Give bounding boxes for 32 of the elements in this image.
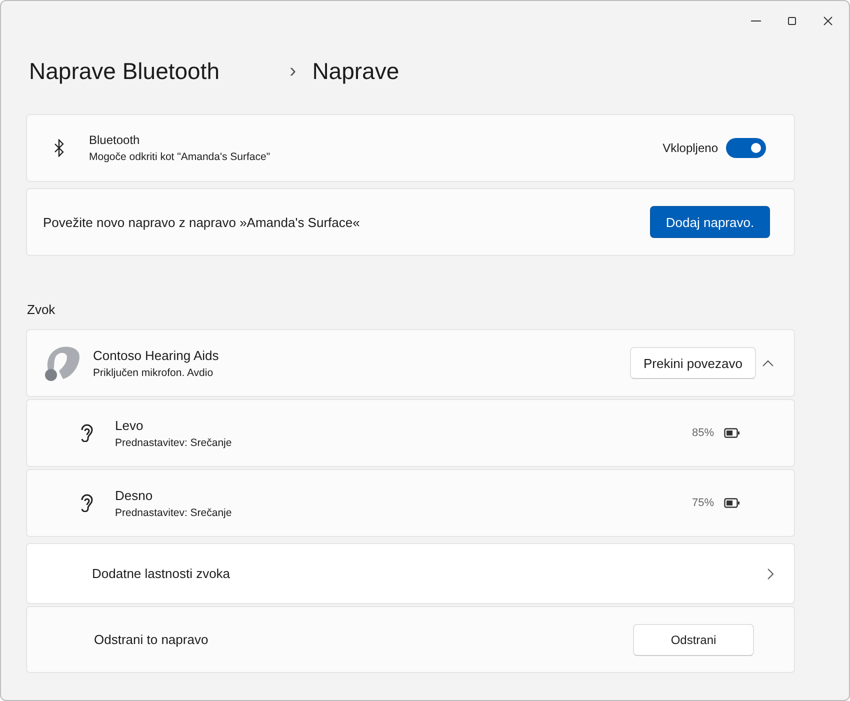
pair-text: Povežite novo napravo z napravo »Amanda's Surface« [43, 214, 361, 230]
ear-icon [79, 494, 93, 512]
remove-button[interactable]: Odstrani [633, 624, 754, 656]
maximize-icon[interactable] [787, 16, 797, 26]
setting-title: Bluetooth [89, 133, 141, 147]
bluetooth-icon [53, 139, 65, 157]
battery-icon [724, 428, 740, 438]
toggle-label: Vklopljeno [662, 141, 718, 155]
bluetooth-toggle[interactable] [726, 138, 766, 158]
chevron-icon[interactable] [762, 359, 774, 367]
battery-percent: 85% [692, 427, 714, 439]
remove-label: Odstrani to napravo [94, 632, 210, 647]
ear-icon [79, 424, 93, 442]
page-title: Naprave [312, 58, 400, 84]
disconnect-button[interactable]: Prekini povezavo [630, 347, 756, 379]
add-device-button[interactable]: Dodaj napravo. [650, 206, 770, 238]
side-name: Levo [115, 418, 144, 432]
preset-text: Prednastavitev: Srečanje [115, 506, 233, 518]
close-icon[interactable] [823, 16, 833, 26]
preset-text: Prednastavitev: Srečanje [115, 436, 233, 448]
device-status: Priključen mikrofon. Avdio [93, 366, 214, 378]
breadcrumb-separator: › [290, 60, 296, 82]
section-heading: Zvok [27, 302, 56, 317]
breadcrumb-parent[interactable]: Naprave Bluetooth [29, 58, 220, 84]
chevron-right-icon [767, 568, 774, 580]
setting-description: Mogoče odkriti kot "Amanda's Surface" [89, 151, 272, 163]
link-label: Dodatne lastnosti zvoka [92, 566, 232, 581]
side-name: Desno [115, 488, 154, 502]
battery-icon [724, 498, 740, 508]
device-name: Contoso Hearing Aids [93, 348, 220, 362]
battery-percent: 75% [692, 497, 714, 509]
properties-link[interactable]: Dodatne lastnosti zvoka [26, 543, 795, 604]
